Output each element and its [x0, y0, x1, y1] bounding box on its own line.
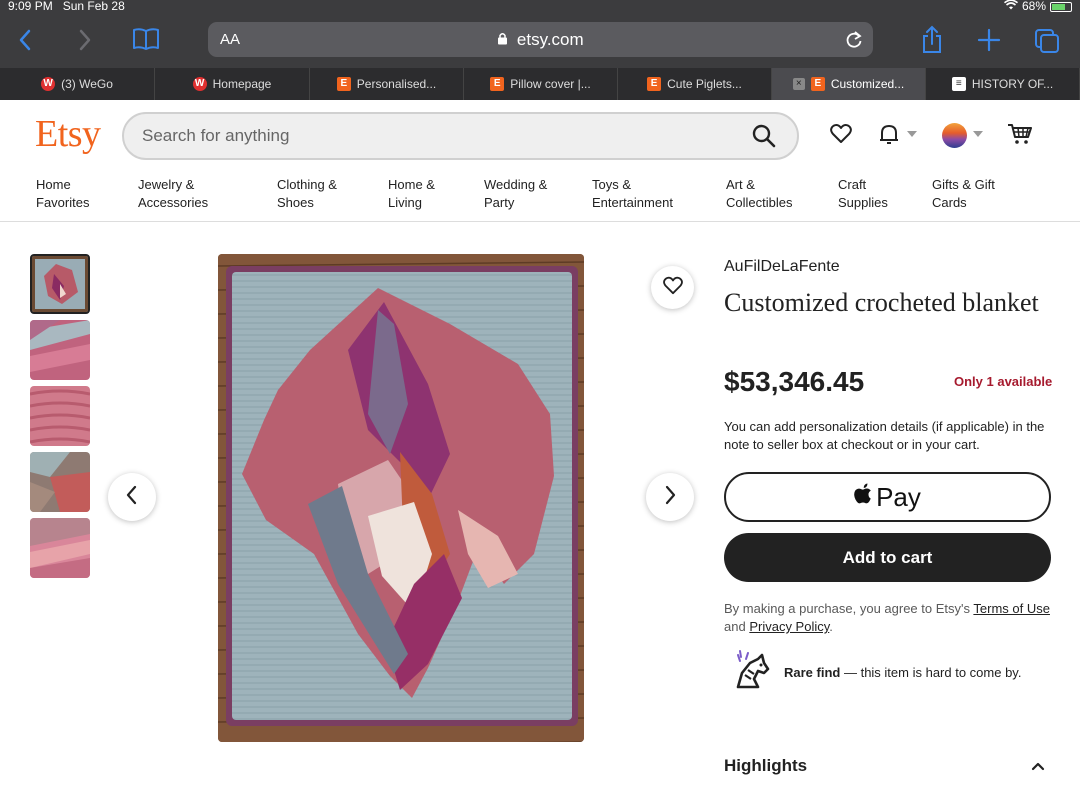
tab-pillow-cover[interactable]: E Pillow cover |...: [464, 68, 618, 100]
status-time: 9:09 PM Sun Feb 28: [8, 0, 125, 13]
favorites-heart-icon[interactable]: [829, 122, 853, 151]
battery-percent: 68%: [1021, 0, 1046, 13]
close-tab-icon[interactable]: ×: [792, 78, 805, 90]
thumbnail-3[interactable]: [30, 386, 90, 446]
category-home-living[interactable]: Home & Living: [388, 176, 435, 212]
url-display[interactable]: etsy.com: [208, 22, 873, 58]
etsy-favicon-icon: E: [490, 77, 505, 91]
chevron-left-icon: [125, 485, 139, 510]
main-product-image[interactable]: [218, 254, 584, 742]
rare-find-title: Rare find: [784, 665, 841, 680]
document-favicon-icon: ≡: [951, 77, 966, 91]
search-icon[interactable]: [751, 123, 777, 154]
category-home-favorites[interactable]: Home Favorites: [36, 176, 89, 212]
search-bar[interactable]: [122, 112, 799, 160]
wifi-icon: [1003, 0, 1018, 13]
add-to-cart-button[interactable]: Add to cart: [724, 533, 1051, 582]
wego-favicon-icon: W: [192, 77, 207, 91]
etsy-logo[interactable]: Etsy: [35, 112, 101, 156]
etsy-favicon-icon: E: [647, 77, 662, 91]
tab-label: HISTORY OF...: [971, 77, 1054, 91]
apple-pay-button[interactable]: Pay: [724, 472, 1051, 522]
thumbnail-2[interactable]: [30, 320, 90, 380]
heart-icon: [662, 275, 684, 300]
account-chevron-down-icon[interactable]: [973, 131, 983, 137]
apple-logo-icon: [854, 483, 872, 511]
tab-history[interactable]: ≡ HISTORY OF...: [926, 68, 1080, 100]
category-craft-supplies[interactable]: Craft Supplies: [838, 176, 888, 212]
wego-favicon-icon: W: [41, 77, 56, 91]
category-wedding-party[interactable]: Wedding & Party: [484, 176, 547, 212]
etsy-favicon-icon: E: [810, 77, 825, 91]
next-image-button[interactable]: [646, 473, 694, 521]
category-gifts-gift-cards[interactable]: Gifts & Gift Cards: [932, 176, 995, 212]
notifications-bell-icon[interactable]: [877, 122, 901, 151]
rare-find-notice: Rare find — this item is hard to come by…: [728, 649, 1058, 693]
apple-pay-label: Pay: [876, 481, 921, 512]
previous-image-button[interactable]: [108, 473, 156, 521]
tab-customized[interactable]: × E Customized...: [772, 68, 926, 100]
shop-name-link[interactable]: AuFilDeLaFente: [724, 258, 840, 276]
highlights-heading[interactable]: Highlights: [724, 756, 807, 776]
address-bar[interactable]: AA etsy.com: [208, 22, 873, 57]
lock-icon: [497, 33, 512, 48]
category-jewelry-accessories[interactable]: Jewelry & Accessories: [138, 176, 208, 212]
etsy-favicon-icon: E: [336, 77, 351, 91]
tab-strip: W (3) WeGo W Homepage E Personalised... …: [0, 68, 1080, 100]
tab-label: Cute Piglets...: [667, 77, 742, 91]
tab-label: Customized...: [830, 77, 905, 91]
tab-wego[interactable]: W (3) WeGo: [0, 68, 155, 100]
unicorn-icon: [728, 649, 772, 698]
tab-label: (3) WeGo: [61, 77, 113, 91]
tab-homepage[interactable]: W Homepage: [155, 68, 310, 100]
notifications-chevron-down-icon[interactable]: [907, 131, 917, 137]
browser-toolbar: AA etsy.com: [0, 14, 1080, 68]
thumbnail-4[interactable]: [30, 452, 90, 512]
url-text: etsy.com: [516, 30, 584, 49]
category-art-collectibles[interactable]: Art & Collectibles: [726, 176, 792, 212]
thumbnail-5[interactable]: [30, 518, 90, 578]
tab-label: Homepage: [212, 77, 272, 91]
category-nav: Home Favorites Jewelry & Accessories Clo…: [0, 176, 1080, 222]
category-clothing-shoes[interactable]: Clothing & Shoes: [277, 176, 337, 212]
cart-icon[interactable]: [1007, 122, 1033, 151]
search-input[interactable]: [142, 114, 742, 158]
terms-of-use-link[interactable]: Terms of Use: [973, 601, 1050, 616]
tab-label: Pillow cover |...: [510, 77, 591, 91]
listing-title: Customized crocheted blanket: [724, 288, 1039, 317]
category-toys-entertainment[interactable]: Toys & Entertainment: [592, 176, 673, 212]
personalization-note: You can add personalization details (if …: [724, 419, 1045, 452]
chevron-right-icon: [663, 485, 677, 510]
avatar[interactable]: [942, 123, 967, 148]
availability-badge: Only 1 available: [954, 374, 1053, 389]
terms-notice: By making a purchase, you agree to Etsy'…: [724, 601, 1050, 634]
tab-label: Personalised...: [356, 77, 437, 91]
privacy-policy-link[interactable]: Privacy Policy: [749, 619, 829, 634]
battery-icon: [1050, 1, 1072, 12]
price: $53,346.45: [724, 366, 865, 397]
chevron-up-icon[interactable]: [1030, 758, 1046, 779]
thumbnail-1[interactable]: [30, 254, 90, 314]
status-bar: 9:09 PM Sun Feb 28 68%: [0, 0, 1080, 14]
reload-icon[interactable]: [845, 22, 863, 69]
tab-personalised[interactable]: E Personalised...: [310, 68, 464, 100]
favorite-item-button[interactable]: [651, 266, 694, 309]
tab-cute-piglets[interactable]: E Cute Piglets...: [618, 68, 772, 100]
rare-find-text: — this item is hard to come by.: [843, 665, 1022, 680]
